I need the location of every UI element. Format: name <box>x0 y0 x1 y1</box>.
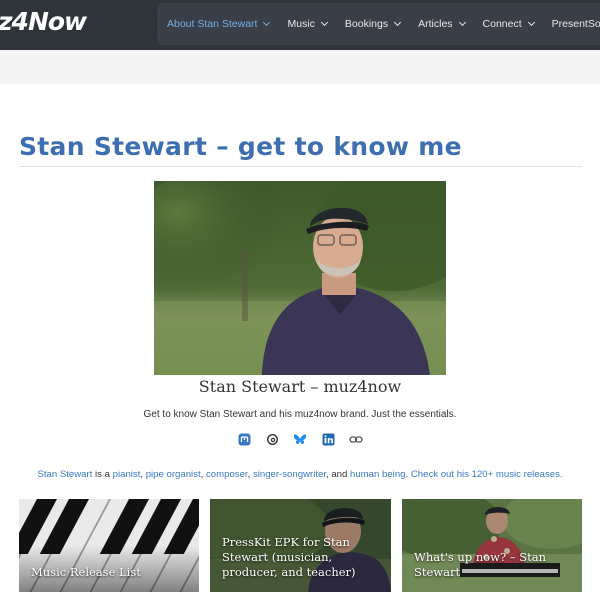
chevron-down-icon <box>394 18 402 27</box>
intro-text: , and <box>326 469 351 480</box>
site-header: z4Now About Stan Stewart Music Bookings … <box>0 0 600 50</box>
chevron-down-icon <box>527 18 535 27</box>
tagline: Get to know Stan Stewart and his muz4now… <box>143 409 457 420</box>
profile-photo <box>154 181 446 375</box>
nav-item-label: Music <box>287 18 315 30</box>
card-label: What's up now? – Stan Stewart <box>414 550 547 579</box>
page-title: Stan Stewart – get to know me <box>19 132 462 161</box>
composer-link[interactable]: composer <box>206 469 248 480</box>
nav-item-label: Connect <box>482 18 522 30</box>
header-spacer-band <box>0 50 600 84</box>
social-links <box>237 432 363 446</box>
nav-item-about[interactable]: About Stan Stewart <box>167 18 271 30</box>
music-releases-link[interactable]: Check out his 120+ music releases <box>411 469 560 480</box>
linkedin-icon[interactable] <box>321 432 335 446</box>
card-label: PressKit EPK for Stan Stewart (musician,… <box>222 535 356 579</box>
nav-item-presentsongs[interactable]: PresentSongs <box>552 18 600 30</box>
nav-item-music[interactable]: Music <box>287 18 328 30</box>
nav-item-connect[interactable]: Connect <box>482 18 535 30</box>
chevron-down-icon <box>458 18 466 27</box>
chevron-down-icon <box>320 18 328 27</box>
singer-songwriter-link[interactable]: singer-songwriter <box>253 469 326 480</box>
main-nav: About Stan Stewart Music Bookings Articl… <box>167 0 600 48</box>
link-icon[interactable] <box>349 432 363 446</box>
human-being-link[interactable]: human being <box>350 469 405 480</box>
nav-item-label: Bookings <box>344 18 389 30</box>
photo-caption: Stan Stewart – muz4now <box>198 377 402 396</box>
nav-item-label: About Stan Stewart <box>167 18 258 30</box>
nav-item-bookings[interactable]: Bookings <box>344 18 402 30</box>
card-presskit-epk[interactable]: PressKit EPK for Stan Stewart (musician,… <box>210 499 391 592</box>
nav-item-articles[interactable]: Articles <box>418 18 466 30</box>
intro-text: is a <box>92 469 113 480</box>
intro-text: . <box>559 469 563 480</box>
title-divider <box>19 166 582 167</box>
bluesky-icon[interactable] <box>293 432 307 446</box>
mastodon-icon[interactable] <box>237 432 251 446</box>
chevron-down-icon <box>263 18 271 27</box>
stan-stewart-link[interactable]: Stan Stewart <box>37 469 92 480</box>
card-music-release-list[interactable]: Music Release List <box>19 499 199 592</box>
nav-item-label: Articles <box>418 18 453 30</box>
card-whats-up-now[interactable]: What's up now? – Stan Stewart <box>402 499 582 592</box>
pipe-organist-link[interactable]: pipe organist <box>146 469 201 480</box>
site-logo[interactable]: z4Now <box>0 7 87 36</box>
pianist-link[interactable]: pianist <box>113 469 141 480</box>
nav-item-label: PresentSongs <box>551 18 600 30</box>
intro-paragraph: Stan Stewart is a pianist, pipe organist… <box>0 469 600 480</box>
threads-icon[interactable] <box>265 432 279 446</box>
card-label: Music Release List <box>31 565 141 579</box>
